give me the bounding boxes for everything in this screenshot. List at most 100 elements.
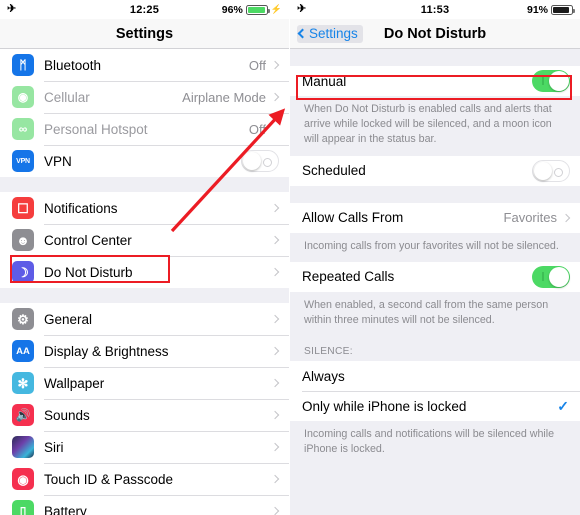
chevron-right-icon	[270, 60, 280, 70]
settings-row-display-brightness[interactable]: AA Display & Brightness	[0, 335, 289, 367]
left-nav-bar: Settings	[0, 19, 289, 49]
manual-footer-text: When Do Not Disturb is enabled calls and…	[290, 96, 580, 156]
row-label: Only while iPhone is locked	[302, 398, 467, 414]
right-battery-percent: 91%	[526, 3, 548, 16]
section-gap	[0, 177, 289, 192]
repeated-calls-footer-text: When enabled, a second call from the sam…	[290, 291, 580, 337]
chevron-right-icon	[270, 346, 280, 356]
settings-row-cellular[interactable]: ◉ Cellular Airplane Mode	[0, 81, 289, 113]
settings-row-battery[interactable]: ▯ Battery	[0, 495, 289, 515]
chevron-right-icon	[270, 314, 280, 324]
scheduled-toggle[interactable]	[532, 159, 570, 182]
row-label: Display & Brightness	[44, 343, 169, 359]
settings-group-connectivity: ᛗ Bluetooth Off ◉ Cellular Airplane Mode…	[0, 49, 289, 177]
siri-icon	[12, 436, 34, 458]
row-label: Cellular	[44, 89, 90, 105]
repeated-calls-group: Repeated Calls	[290, 261, 580, 292]
settings-row-sounds[interactable]: 🔊 Sounds	[0, 399, 289, 431]
left-battery-percent: 96%	[221, 3, 243, 16]
chevron-right-icon	[270, 442, 280, 452]
chevron-right-icon	[270, 506, 280, 515]
row-value: Favorites	[503, 210, 557, 226]
left-phone-settings-screen: ✈ 12:25 96% ⚡ Settings ᛗ Bluetooth Off ◉…	[0, 0, 290, 515]
silence-options-group: Always Only while iPhone is locked ✓	[290, 361, 580, 422]
settings-row-general[interactable]: ⚙ General	[0, 303, 289, 335]
dnd-row-repeated-calls[interactable]: Repeated Calls	[290, 261, 580, 292]
allow-calls-footer-text: Incoming calls from your favorites will …	[290, 232, 580, 262]
left-status-right: 96% ⚡	[222, 4, 282, 16]
dnd-row-allow-calls-from[interactable]: Allow Calls From Favorites	[290, 202, 580, 233]
silence-option-always[interactable]: Always	[290, 361, 580, 392]
settings-row-notifications[interactable]: ☐ Notifications	[0, 192, 289, 224]
settings-group-notifications: ☐ Notifications ☻ Control Center ☽ Do No…	[0, 192, 289, 288]
row-label: Manual	[302, 73, 347, 89]
row-label: Scheduled	[302, 163, 366, 179]
settings-group-system: ⚙ General AA Display & Brightness ✻ Wall…	[0, 303, 289, 515]
display-brightness-icon: AA	[12, 340, 34, 362]
settings-row-touch-id-passcode[interactable]: ◉ Touch ID & Passcode	[0, 463, 289, 495]
back-button[interactable]: Settings	[290, 24, 363, 43]
cellular-icon: ◉	[12, 86, 34, 108]
row-label: Repeated Calls	[302, 269, 395, 285]
row-label: Always	[302, 368, 345, 384]
row-label: Sounds	[44, 407, 90, 423]
chevron-right-icon	[561, 213, 571, 222]
settings-row-do-not-disturb[interactable]: ☽ Do Not Disturb	[0, 256, 289, 288]
row-label: VPN	[44, 153, 72, 169]
row-label: Siri	[44, 439, 64, 455]
row-value: Off	[248, 57, 266, 73]
settings-row-vpn[interactable]: VPN VPN	[0, 145, 289, 177]
chevron-right-icon	[270, 92, 280, 102]
back-button-label: Settings	[309, 25, 358, 41]
manual-group: Manual	[290, 66, 580, 96]
right-status-bar: ✈ 11:53 91%	[290, 0, 580, 19]
bottom-spacer	[290, 465, 580, 515]
settings-row-control-center[interactable]: ☻ Control Center	[0, 224, 289, 256]
row-label: Touch ID & Passcode	[44, 471, 174, 487]
vpn-icon: VPN	[12, 150, 34, 172]
settings-row-bluetooth[interactable]: ᛗ Bluetooth Off	[0, 49, 289, 81]
battery-icon	[245, 4, 270, 15]
row-label: Do Not Disturb	[44, 264, 133, 280]
right-phone-dnd-screen: ✈ 11:53 91% Settings Do Not Disturb Manu	[290, 0, 580, 515]
silence-option-only-while-locked[interactable]: Only while iPhone is locked ✓	[290, 391, 580, 422]
right-nav-bar: Settings Do Not Disturb	[290, 19, 580, 49]
right-status-right: 91%	[526, 3, 575, 16]
section-gap	[290, 49, 580, 66]
dnd-row-scheduled[interactable]: Scheduled	[290, 155, 580, 186]
notifications-icon: ☐	[12, 197, 34, 219]
allow-calls-group: Allow Calls From Favorites	[290, 202, 580, 233]
silence-footer-text: Incoming calls and notifications will be…	[290, 421, 580, 466]
dnd-row-manual[interactable]: Manual	[290, 66, 580, 96]
section-gap	[0, 288, 289, 303]
row-label: Control Center	[44, 232, 132, 248]
vpn-toggle[interactable]	[241, 150, 279, 172]
chevron-right-icon	[270, 235, 280, 245]
row-label: Allow Calls From	[302, 210, 404, 226]
charging-bolt-icon: ⚡	[270, 4, 282, 14]
chevron-right-icon	[270, 474, 280, 484]
personal-hotspot-icon: ∞	[12, 118, 34, 140]
gear-icon: ⚙	[12, 308, 34, 330]
settings-row-siri[interactable]: Siri	[0, 431, 289, 463]
section-gap	[290, 185, 580, 203]
battery-settings-icon: ▯	[12, 500, 34, 515]
row-value: Off	[248, 121, 266, 137]
row-label: Personal Hotspot	[44, 121, 148, 137]
control-center-icon: ☻	[12, 229, 34, 251]
repeated-calls-toggle[interactable]	[532, 265, 570, 288]
page-title: Settings	[115, 25, 174, 42]
dnd-table: Manual When Do Not Disturb is enabled ca…	[290, 49, 580, 515]
row-value: Airplane Mode	[182, 89, 266, 105]
chevron-right-icon	[270, 203, 280, 213]
touch-id-icon: ◉	[12, 468, 34, 490]
row-label: Notifications	[44, 200, 118, 216]
settings-row-wallpaper[interactable]: ✻ Wallpaper	[0, 367, 289, 399]
row-label: General	[44, 311, 93, 327]
settings-row-personal-hotspot[interactable]: ∞ Personal Hotspot Off	[0, 113, 289, 145]
row-label: Wallpaper	[44, 375, 105, 391]
manual-toggle[interactable]	[532, 70, 570, 92]
scheduled-group: Scheduled	[290, 155, 580, 186]
chevron-right-icon	[270, 410, 280, 420]
row-label: Bluetooth	[44, 57, 102, 73]
